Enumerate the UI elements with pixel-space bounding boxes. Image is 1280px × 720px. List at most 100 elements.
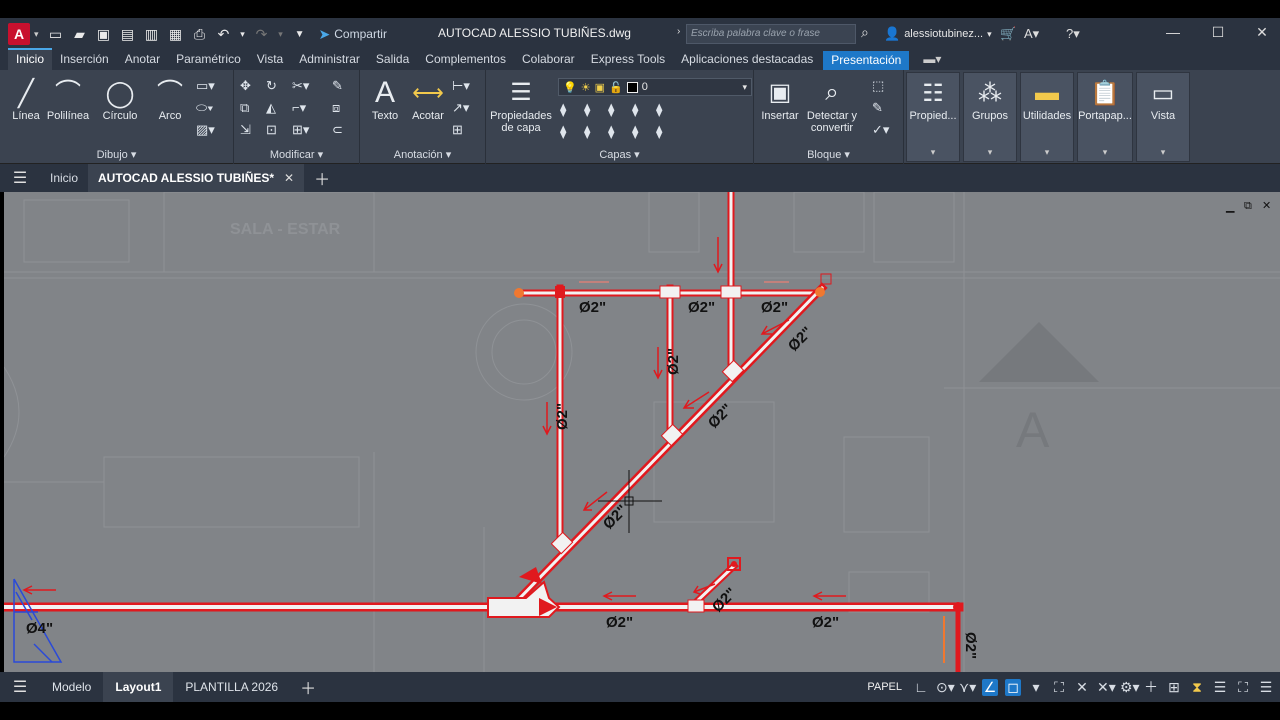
layer-tool-8-icon[interactable]: ⧫ [608,124,632,140]
ribbon-tab-colaborar[interactable]: Colaborar [514,50,583,70]
rectangle-icon[interactable]: ▭▾ [196,78,215,94]
ribbon-display-toggle-icon[interactable]: ▬▾ [923,52,941,70]
detect-convert-button[interactable]: ⌕ Detectar y convertir [804,76,860,134]
plus-tool-icon[interactable]: ＋ [1143,677,1159,697]
layer-tool-3-icon[interactable]: ⧫ [608,102,632,118]
rotate-icon[interactable]: ↻ [266,78,292,94]
add-layout-plus-icon[interactable]: ＋ [290,675,326,699]
close-tab-icon[interactable]: ✕ [284,171,294,185]
workspace-gear-icon[interactable]: ⚙▾ [1120,679,1140,696]
search-expand-icon[interactable]: › [677,26,680,37]
fitting-tee-1[interactable] [659,285,681,299]
home-file-tab[interactable]: Inicio [40,164,88,192]
ribbon-tab-express-tools[interactable]: Express Tools [583,50,673,70]
layer-tool-7-icon[interactable]: ⧫ [584,124,608,140]
layer-tool-2-icon[interactable]: ⧫ [584,102,608,118]
linear-dim-icon[interactable]: ⊢▾ [452,78,470,94]
properties-panel-button[interactable]: ☷ Propied... ▾ [906,72,960,162]
layer-dropdown[interactable]: 💡 ☀ ▣ 🔓 0 ▾ [558,78,752,96]
ribbon-tab-administrar[interactable]: Administrar [291,50,368,70]
redo-caret-icon[interactable]: ▾ [277,25,285,43]
save-as-icon[interactable]: ▤ [119,25,137,43]
layout-menu-icon[interactable]: ☰ [0,677,40,697]
pipe-network[interactable] [4,192,964,672]
open-folder-icon[interactable]: ▰ [71,25,89,43]
ribbon-tab-vista[interactable]: Vista [249,50,291,70]
ribbon-tab-salida[interactable]: Salida [368,50,417,70]
search-icon[interactable]: ⌕ [861,24,877,40]
erase-icon[interactable]: ✎ [332,78,343,94]
object-snap-icon[interactable]: ◻ [1005,678,1021,696]
fitting-end-right[interactable] [815,287,825,297]
arc-tool-button[interactable]: ⌒ Arco [152,76,188,122]
layers-panel-title[interactable]: Capas ▾ [486,148,753,161]
layer-tool-9-icon[interactable]: ⧫ [632,124,656,140]
fitting-wye-2[interactable] [660,423,684,447]
share-button[interactable]: ➤ Compartir [319,26,387,43]
scale-icon[interactable]: ⊡ [266,122,292,138]
fitting-end-bottom-right[interactable] [953,602,963,612]
create-block-icon[interactable]: ⬚ [872,78,889,94]
fitting-wye-1[interactable] [721,359,745,383]
isodraft-icon[interactable]: ⋎▾ [959,679,976,696]
utilities-panel-button[interactable]: ▬ Utilidades ▾ [1020,72,1074,162]
dimension-tool-button[interactable]: ⟷ Acotar [408,76,448,122]
line-tool-button[interactable]: ╱ Línea [8,76,44,122]
layer-tool-4-icon[interactable]: ⧫ [632,102,656,118]
ribbon-tab-anotar[interactable]: Anotar [117,50,168,70]
drawing-canvas[interactable]: SALA - ESTAR A Ø2" Ø2" Ø2" Ø2" Ø2" Ø2" Ø… [4,192,1280,672]
isolate-objects-icon[interactable]: ⊞ [1166,679,1182,696]
annotation-visibility-icon[interactable]: ✕▾ [1097,679,1116,696]
fitting-tee-2[interactable] [720,285,742,299]
viewport-minimize-icon[interactable]: ▁ [1226,200,1234,213]
cart-icon[interactable]: 🛒 [1000,26,1016,42]
block-panel-title[interactable]: Bloque ▾ [754,148,903,161]
layer-tool-1-icon[interactable]: ⧫ [560,102,584,118]
move-icon[interactable]: ✥ [240,78,266,94]
viewport-close-icon[interactable]: ✕ [1262,199,1271,212]
plot-icon[interactable]: ⎙ [191,25,209,43]
layer-tool-5-icon[interactable]: ⧫ [656,102,680,118]
ribbon-tab-paramétrico[interactable]: Paramétrico [168,50,249,70]
block-attributes-icon[interactable]: ✓▾ [872,122,889,138]
text-tool-button[interactable]: A Texto [368,76,402,122]
leader-icon[interactable]: ↗▾ [452,100,470,116]
hardware-acceleration-icon[interactable]: ⧗ [1189,679,1205,696]
insert-block-button[interactable]: ▣ Insertar [758,76,802,122]
annotation-panel-title[interactable]: Anotación ▾ [360,148,485,161]
object-snap-tracking-icon[interactable]: ∠ [982,678,998,696]
drawing-svg[interactable]: SALA - ESTAR A Ø2" Ø2" Ø2" Ø2" Ø2" Ø2" Ø… [4,192,1280,672]
clean-screen-icon[interactable]: ☰ [1212,679,1228,696]
array-icon[interactable]: ⊞▾ [292,122,318,138]
fitting-main-wye[interactable] [487,580,561,618]
table-icon[interactable]: ⊞ [452,122,470,138]
model-tab[interactable]: Modelo [40,672,103,702]
polyline-tool-button[interactable]: ⌒ Polilínea [44,76,92,122]
layer-tool-6-icon[interactable]: ⧫ [560,124,584,140]
clipboard-panel-button[interactable]: 📋 Portapap... ▾ [1077,72,1133,162]
layer-properties-button[interactable]: ☰ Propiedades de capa [488,76,554,134]
layer-tool-10-icon[interactable]: ⧫ [656,124,680,140]
customize-qat-icon[interactable]: ▼ [291,25,309,43]
fitting-elbow-1[interactable] [555,286,565,298]
help-search-input[interactable]: Escriba palabra clave o frase [686,24,856,44]
autodesk-a360-icon[interactable]: A▾ [1024,26,1039,42]
ribbon-tab-aplicaciones-destacadas[interactable]: Aplicaciones destacadas [673,50,821,70]
ribbon-tab-complementos[interactable]: Complementos [417,50,514,70]
gradient-icon[interactable]: ▨▾ [196,122,215,138]
fullscreen-icon[interactable]: ⛶ [1235,679,1251,696]
redo-icon[interactable]: ↷ [253,25,271,43]
app-menu-caret-icon[interactable]: ▾ [34,29,39,40]
ribbon-tab-inicio[interactable]: Inicio [8,48,53,70]
undo-caret-icon[interactable]: ▾ [239,25,247,43]
autocad-logo-button[interactable]: A [8,23,30,45]
ribbon-tab-inserción[interactable]: Inserción [52,50,117,70]
modify-panel-title[interactable]: Modificar ▾ [234,148,359,161]
snap-caret-icon[interactable]: ▾ [1028,679,1044,696]
circle-tool-button[interactable]: ◯ Círculo [98,76,142,122]
minimize-icon[interactable]: — [1158,24,1188,44]
undo-icon[interactable]: ↶ [215,25,233,43]
ortho-icon[interactable]: ∟ [913,679,929,695]
fitting-tee-bottom[interactable] [687,599,705,613]
stretch-icon[interactable]: ⇲ [240,122,266,138]
